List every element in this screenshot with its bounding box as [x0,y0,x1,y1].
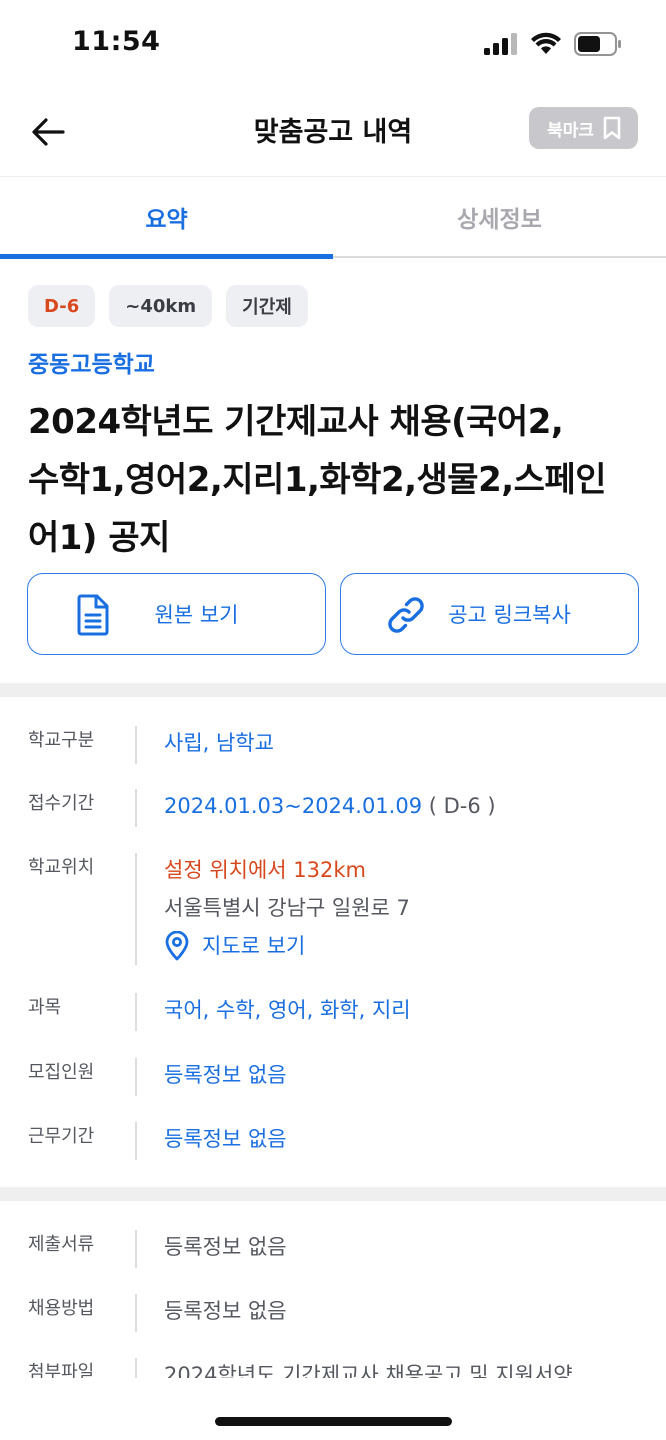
link-icon [385,594,427,636]
status-icons [484,32,622,56]
document-icon [72,594,114,636]
tab-details[interactable]: 상세정보 [333,177,666,257]
bookmark-label: 북마크 [547,120,594,141]
recruits-value: 등록정보 없음 [164,1063,287,1087]
bookmark-icon [603,116,621,140]
info-separator [135,1230,137,1268]
action-buttons: 원본 보기 공고 링크복사 [27,573,639,655]
location-distance: 설정 위치에서 132km [164,858,366,882]
info-separator [135,726,137,764]
documents-value: 등록정보 없음 [164,1235,287,1259]
bookmark-button[interactable]: 북마크 [529,107,638,149]
section-divider [0,683,666,697]
info-label: 과목 [28,997,62,1018]
subjects-value: 국어, 수학, 영어, 화학, 지리 [164,998,411,1022]
tab-summary[interactable]: 요약 [0,177,333,259]
posting-title-line: 2024학년도 기간제교사 채용(국어2, [28,402,564,442]
view-original-label: 원본 보기 [154,603,239,627]
tag-chips: D-6 ~40km 기간제 [28,285,640,327]
info-separator [135,1058,137,1096]
status-time: 11:54 [72,26,161,57]
location-value: 설정 위치에서 132km 서울특별시 강남구 일원로 7 지도로 보기 [164,855,410,961]
bottom-mask [0,1378,666,1440]
info-label: 모집인원 [28,1062,95,1083]
period-value: 2024.01.03~2024.01.09 ( D-6 ) [164,791,496,821]
distance-chip: ~40km [109,285,213,327]
status-bar: 11:54 [0,0,666,88]
cellular-signal-icon [484,33,517,55]
view-map-label: 지도로 보기 [202,934,306,958]
info-separator [135,789,137,827]
home-indicator [215,1417,452,1426]
posting-summary: D-6 ~40km 기간제 중동고등학교 2024학년도 기간제교사 채용(국어… [28,285,640,567]
dday-chip: D-6 [28,285,96,327]
info-label: 근무기간 [28,1126,95,1147]
school-type-value: 사립, 남학교 [164,731,274,755]
location-pin-icon [165,931,189,961]
info-label: 학교위치 [28,857,95,878]
wifi-icon [531,32,561,54]
location-address: 서울특별시 강남구 일원로 7 [164,896,410,920]
app-header: 맞춤공고 내역 북마크 [0,88,666,176]
info-separator [135,1294,137,1332]
employment-type-chip: 기간제 [226,285,308,327]
posting-title-line: 어1) 공지 [28,518,170,558]
period-dday: ( D-6 ) [428,794,496,818]
view-map-link[interactable]: 지도로 보기 [164,931,410,961]
info-label: 접수기간 [28,793,95,814]
info-separator [135,853,137,965]
copy-link-label: 공고 링크복사 [448,603,571,627]
info-label: 채용방법 [28,1298,95,1319]
battery-icon [574,32,621,56]
method-value: 등록정보 없음 [164,1299,287,1323]
period-dates: 2024.01.03~2024.01.09 [164,794,423,818]
tab-bar: 요약 상세정보 [0,176,666,259]
school-name: 중동고등학교 [28,352,155,378]
view-original-button[interactable]: 원본 보기 [27,573,326,655]
work-period-value: 등록정보 없음 [164,1127,287,1151]
info-label: 제출서류 [28,1234,95,1255]
section-divider [0,1187,666,1201]
posting-title: 2024학년도 기간제교사 채용(국어2, 수학1,영어2,지리1,화학2,생물… [28,393,640,567]
copy-link-button[interactable]: 공고 링크복사 [340,573,639,655]
info-separator [135,993,137,1031]
info-label: 학교구분 [28,730,95,751]
posting-title-line: 수학1,영어2,지리1,화학2,생물2,스페인 [28,460,607,500]
info-separator [135,1122,137,1160]
